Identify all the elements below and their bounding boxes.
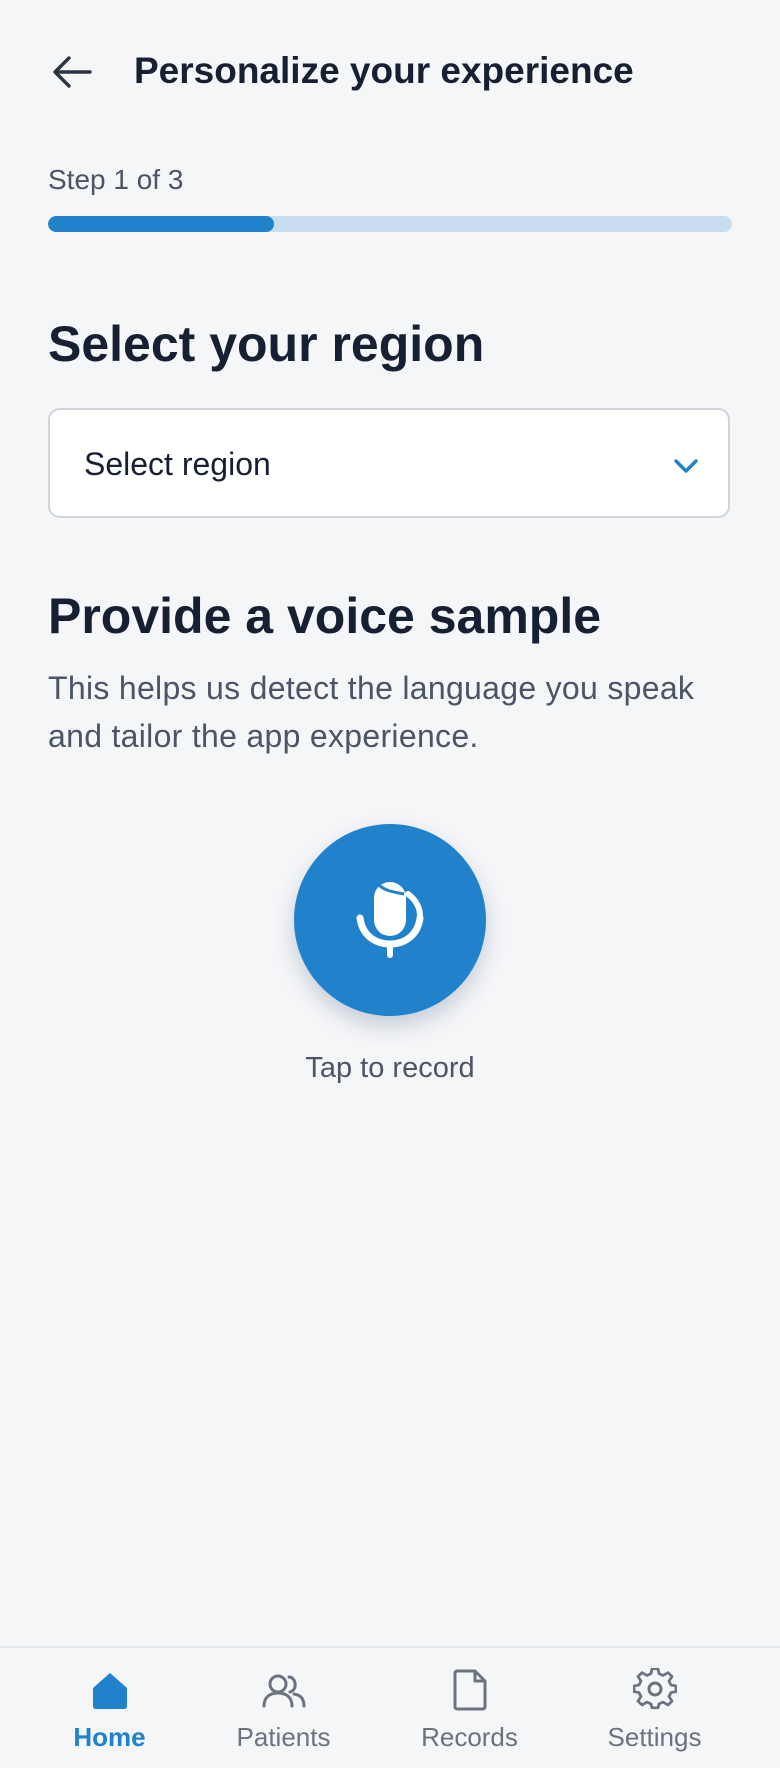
- nav-label-settings: Settings: [607, 1722, 702, 1752]
- voice-description: This helps us detect the language you sp…: [48, 670, 695, 754]
- gear-icon: [632, 1668, 677, 1710]
- page-title: Personalize your experience: [134, 50, 634, 91]
- record-button[interactable]: [294, 824, 486, 1016]
- region-heading: Select your region: [48, 316, 485, 372]
- document-icon: [453, 1669, 486, 1711]
- arrow-left-icon: [53, 56, 92, 88]
- voice-heading: Provide a voice sample: [48, 588, 602, 644]
- bottom-navigation: Home Patients Records Settings: [0, 1646, 780, 1768]
- region-dropdown-value: Select region: [84, 446, 271, 482]
- progress-bar: [48, 216, 732, 232]
- microphone-icon: [356, 881, 424, 958]
- nav-item-patients[interactable]: Patients: [186, 1648, 381, 1768]
- step-indicator: Step 1 of 3: [48, 164, 184, 195]
- nav-item-records[interactable]: Records: [372, 1648, 567, 1768]
- region-dropdown[interactable]: Select region: [48, 408, 730, 518]
- record-hint: Tap to record: [305, 1052, 475, 1084]
- progress-bar-fill: [48, 216, 274, 232]
- users-icon: [262, 1674, 305, 1708]
- back-button[interactable]: [44, 46, 100, 98]
- nav-item-settings[interactable]: Settings: [557, 1648, 752, 1768]
- nav-label-patients: Patients: [236, 1722, 331, 1752]
- chevron-down-icon: [674, 459, 698, 473]
- nav-label-home: Home: [73, 1722, 146, 1752]
- nav-item-home[interactable]: Home: [12, 1648, 207, 1768]
- nav-label-records: Records: [421, 1722, 518, 1752]
- top-app-bar: Personalize your experience: [0, 0, 780, 145]
- home-icon: [92, 1673, 127, 1709]
